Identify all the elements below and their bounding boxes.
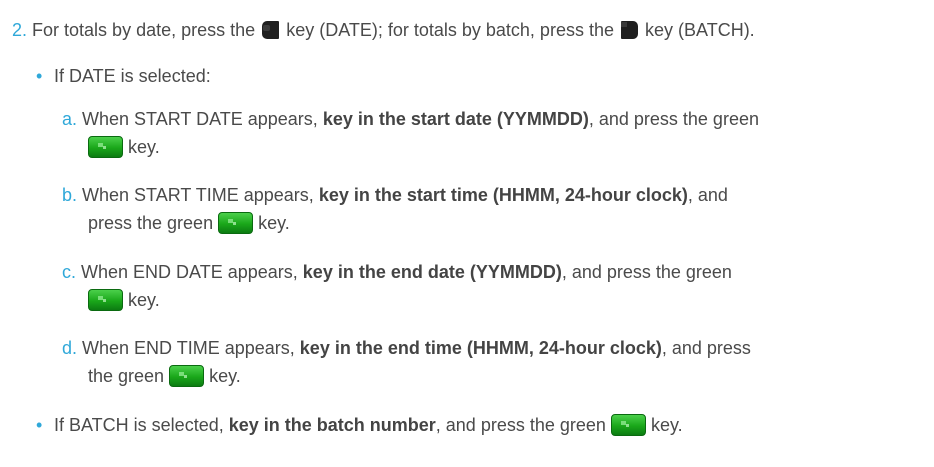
- substep-a-bold: key in the start date (YYMMDD): [322, 109, 589, 129]
- batch-bullet-line: • If BATCH is selected, key in the batch …: [36, 413, 683, 437]
- substep-d-suffix: , and press: [661, 338, 751, 358]
- date-section-label: If DATE is selected:: [54, 66, 211, 86]
- date-bullet-line: • If DATE is selected:: [36, 64, 211, 88]
- substep-d-bold: key in the end time (HHMM, 24-hour clock…: [299, 338, 662, 358]
- substep-letter-d: d.: [62, 338, 78, 358]
- bullet: •: [36, 415, 43, 435]
- substep-d-line-1: d. When END TIME appears, key in the end…: [62, 336, 751, 360]
- step-2-text-1: For totals by date, press the: [32, 20, 256, 40]
- step-2-line: 2. For totals by date, press the key (DA…: [12, 18, 755, 42]
- substep-letter-b: b.: [62, 185, 78, 205]
- substep-b-bold: key in the start time (HHMM, 24-hour clo…: [318, 185, 688, 205]
- substep-b-suffix: , and: [687, 185, 728, 205]
- substep-c-prefix: When END DATE appears,: [81, 262, 298, 282]
- substep-letter-a: a.: [62, 109, 78, 129]
- substep-b-line2-prefix: press the green: [88, 213, 214, 233]
- bullet: •: [36, 66, 43, 86]
- batch-section-prefix: If BATCH is selected,: [54, 415, 224, 435]
- substep-letter-c: c.: [62, 262, 77, 282]
- green-enter-key-icon: [88, 136, 123, 158]
- substep-b-line-2: press the green key.: [88, 211, 290, 235]
- substep-b-line-1: b. When START TIME appears, key in the s…: [62, 183, 728, 207]
- right-softkey-icon: [621, 21, 638, 39]
- batch-section-end: key.: [650, 415, 683, 435]
- substep-c-end: key.: [128, 290, 160, 310]
- green-enter-key-icon: [610, 414, 646, 436]
- substep-d-end: key.: [209, 366, 241, 386]
- step-number: 2.: [12, 20, 28, 40]
- substep-b-end: key.: [258, 213, 290, 233]
- substep-a-end: key.: [128, 137, 160, 157]
- substep-d-line-2: the green key.: [88, 364, 241, 388]
- substep-c-suffix: , and press the green: [561, 262, 732, 282]
- substep-c-bold: key in the end date (YYMMDD): [302, 262, 562, 282]
- substep-a-suffix: , and press the green: [588, 109, 759, 129]
- green-enter-key-icon: [218, 212, 254, 234]
- green-enter-key-icon: [88, 289, 123, 311]
- step-2-text-2: key (DATE); for totals by batch, press t…: [286, 20, 614, 40]
- substep-c-line-1: c. When END DATE appears, key in the end…: [62, 260, 732, 284]
- substep-d-prefix: When END TIME appears,: [82, 338, 295, 358]
- green-enter-key-icon: [169, 365, 205, 387]
- substep-b-prefix: When START TIME appears,: [82, 185, 314, 205]
- left-softkey-icon: [262, 21, 280, 39]
- batch-section-bold: key in the batch number: [228, 415, 436, 435]
- substep-c-line-2: key.: [88, 288, 160, 312]
- substep-a-line-1: a. When START DATE appears, key in the s…: [62, 107, 759, 131]
- substep-d-line2-prefix: the green: [88, 366, 165, 386]
- batch-section-suffix: , and press the green: [435, 415, 606, 435]
- step-2-text-3: key (BATCH).: [645, 20, 755, 40]
- substep-a-line-2: key.: [88, 135, 160, 159]
- substep-a-prefix: When START DATE appears,: [82, 109, 318, 129]
